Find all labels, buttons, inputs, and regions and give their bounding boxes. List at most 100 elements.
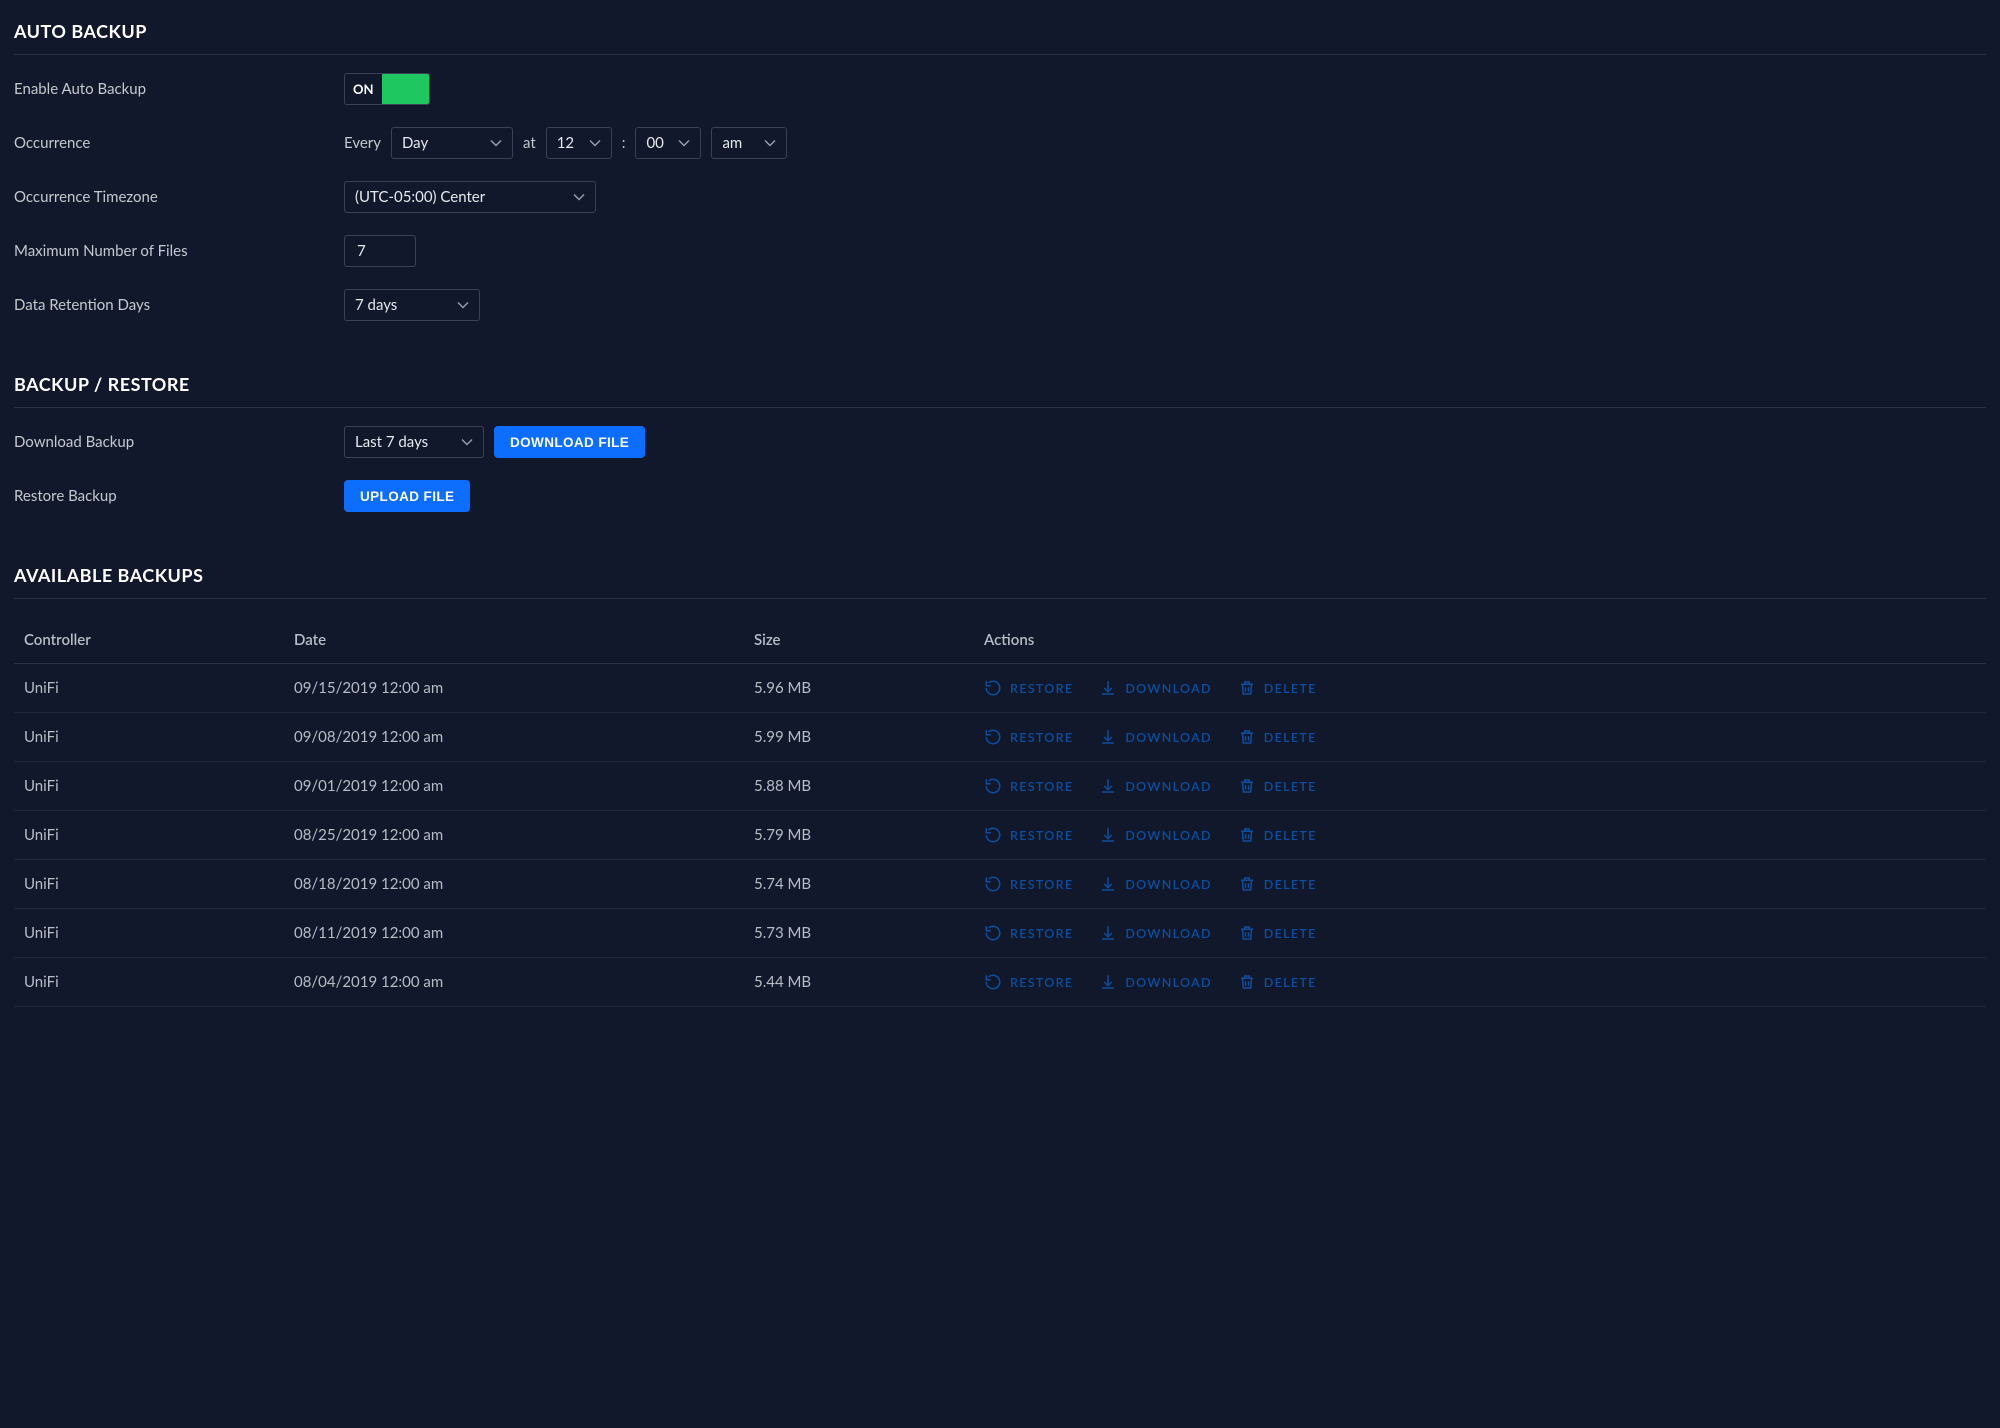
delete-action[interactable]: DELETE <box>1238 728 1317 746</box>
delete-action[interactable]: DELETE <box>1238 826 1317 844</box>
restore-action[interactable]: RESTORE <box>984 728 1073 746</box>
cell-actions: RESTORE DOWNLOAD DELETE <box>974 860 1986 909</box>
restore-label: RESTORE <box>1010 975 1073 990</box>
cell-date: 08/25/2019 12:00 am <box>284 811 744 860</box>
restore-action[interactable]: RESTORE <box>984 875 1073 893</box>
restore-icon <box>984 973 1002 991</box>
trash-icon <box>1238 973 1256 991</box>
cell-controller: UniFi <box>14 713 284 762</box>
cell-date: 08/18/2019 12:00 am <box>284 860 744 909</box>
table-row[interactable]: UniFi08/11/2019 12:00 am5.73 MBRESTOREDO… <box>14 909 1986 958</box>
frequency-select[interactable]: Day <box>391 127 513 159</box>
chevron-down-icon <box>678 137 690 149</box>
ampm-value: am <box>722 134 742 152</box>
enable-auto-backup-label: Enable Auto Backup <box>14 80 344 98</box>
table-row[interactable]: UniFi09/01/2019 12:00 am5.88 MBRESTOREDO… <box>14 762 1986 811</box>
chevron-down-icon <box>457 299 469 311</box>
download-range-select[interactable]: Last 7 days <box>344 426 484 458</box>
download-action[interactable]: DOWNLOAD <box>1099 875 1211 893</box>
restore-action[interactable]: RESTORE <box>984 973 1073 991</box>
timezone-label: Occurrence Timezone <box>14 188 344 206</box>
download-icon <box>1099 777 1117 795</box>
retention-select[interactable]: 7 days <box>344 289 480 321</box>
col-actions: Actions <box>974 617 1986 664</box>
delete-label: DELETE <box>1264 779 1317 794</box>
cell-date: 08/04/2019 12:00 am <box>284 958 744 1007</box>
hour-select[interactable]: 12 <box>546 127 612 159</box>
col-controller: Controller <box>14 617 284 664</box>
table-row[interactable]: UniFi09/15/2019 12:00 am5.96 MBRESTOREDO… <box>14 664 1986 713</box>
download-action[interactable]: DOWNLOAD <box>1099 777 1211 795</box>
delete-label: DELETE <box>1264 730 1317 745</box>
download-label: DOWNLOAD <box>1125 730 1211 745</box>
cell-controller: UniFi <box>14 909 284 958</box>
restore-action[interactable]: RESTORE <box>984 679 1073 697</box>
table-row[interactable]: UniFi09/08/2019 12:00 am5.99 MB RESTORE DO… <box>14 713 1986 762</box>
restore-action[interactable]: RESTORE <box>984 826 1073 844</box>
frequency-value: Day <box>402 134 428 152</box>
restore-icon <box>984 875 1002 893</box>
field-retention: Data Retention Days 7 days <box>14 289 1986 321</box>
section-divider <box>14 598 1986 599</box>
delete-action[interactable]: DELETE <box>1238 973 1317 991</box>
cell-controller: UniFi <box>14 958 284 1007</box>
minute-value: 00 <box>646 134 663 152</box>
trash-icon <box>1238 875 1256 893</box>
table-row[interactable]: UniFi08/25/2019 12:00 am5.79 MBRESTOREDO… <box>14 811 1986 860</box>
delete-action[interactable]: DELETE <box>1238 875 1317 893</box>
download-action[interactable]: DOWNLOAD <box>1099 679 1211 697</box>
field-download-backup: Download Backup Last 7 days DOWNLOAD FIL… <box>14 426 1986 458</box>
delete-label: DELETE <box>1264 926 1317 941</box>
download-file-button[interactable]: DOWNLOAD FILE <box>494 426 645 458</box>
chevron-down-icon <box>490 137 502 149</box>
delete-action[interactable]: DELETE <box>1238 679 1317 697</box>
delete-action[interactable]: DELETE <box>1238 777 1317 795</box>
restore-backup-label: Restore Backup <box>14 487 344 505</box>
table-row[interactable]: UniFi08/04/2019 12:00 am5.44 MBRESTOREDO… <box>14 958 1986 1007</box>
download-label: DOWNLOAD <box>1125 779 1211 794</box>
section-divider <box>14 54 1986 55</box>
table-row[interactable]: UniFi08/18/2019 12:00 am5.74 MBRESTOREDO… <box>14 860 1986 909</box>
upload-file-button[interactable]: UPLOAD FILE <box>344 480 470 512</box>
auto-backup-toggle[interactable]: ON <box>344 73 430 105</box>
download-label: DOWNLOAD <box>1125 926 1211 941</box>
cell-actions: RESTORE DOWNLOAD DELETE <box>974 909 1986 958</box>
timezone-select[interactable]: (UTC-05:00) Center <box>344 181 596 213</box>
cell-date: 09/08/2019 12:00 am <box>284 713 744 762</box>
field-enable-auto-backup: Enable Auto Backup ON <box>14 73 1986 105</box>
restore-label: RESTORE <box>1010 779 1073 794</box>
time-colon: : <box>622 134 626 152</box>
download-action[interactable]: DOWNLOAD <box>1099 924 1211 942</box>
delete-label: DELETE <box>1264 877 1317 892</box>
section-title-auto-backup: AUTO BACKUP <box>14 20 1986 52</box>
ampm-select[interactable]: am <box>711 127 787 159</box>
restore-label: RESTORE <box>1010 730 1073 745</box>
hour-value: 12 <box>557 134 574 152</box>
cell-actions: RESTORE DOWNLOAD DELETE <box>974 762 1986 811</box>
restore-label: RESTORE <box>1010 877 1073 892</box>
restore-icon <box>984 777 1002 795</box>
restore-action[interactable]: RESTORE <box>984 777 1073 795</box>
restore-label: RESTORE <box>1010 828 1073 843</box>
download-backup-label: Download Backup <box>14 433 344 451</box>
cell-size: 5.99 MB <box>744 713 974 762</box>
retention-label: Data Retention Days <box>14 296 344 314</box>
cell-size: 5.73 MB <box>744 909 974 958</box>
download-action[interactable]: DOWNLOAD <box>1099 826 1211 844</box>
download-action[interactable]: DOWNLOAD <box>1099 973 1211 991</box>
retention-value: 7 days <box>355 296 397 314</box>
delete-action[interactable]: DELETE <box>1238 924 1317 942</box>
cell-controller: UniFi <box>14 664 284 713</box>
restore-icon <box>984 679 1002 697</box>
restore-action[interactable]: RESTORE <box>984 924 1073 942</box>
col-size: Size <box>744 617 974 664</box>
download-action[interactable]: DOWNLOAD <box>1099 728 1211 746</box>
download-label: DOWNLOAD <box>1125 975 1211 990</box>
download-label: DOWNLOAD <box>1125 877 1211 892</box>
max-files-input[interactable] <box>355 241 405 261</box>
occurrence-label: Occurrence <box>14 134 344 152</box>
delete-label: DELETE <box>1264 828 1317 843</box>
chevron-down-icon <box>461 436 473 448</box>
minute-select[interactable]: 00 <box>635 127 701 159</box>
cell-actions: RESTORE DOWNLOAD DELETE <box>974 958 1986 1007</box>
